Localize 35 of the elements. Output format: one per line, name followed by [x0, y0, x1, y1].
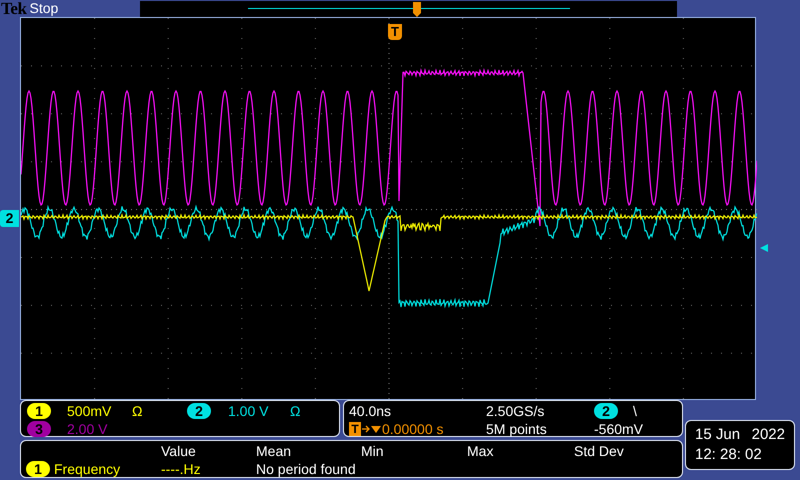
channel-badge: 1	[27, 403, 51, 419]
channel-badge: 1	[26, 461, 50, 477]
channel-badge: 2	[594, 403, 618, 419]
measurement-value: ----.Hz	[161, 460, 202, 478]
year-label: 2022	[752, 425, 785, 445]
trigger-level-icon	[760, 244, 768, 252]
channel-scale: 2.00 V	[67, 420, 108, 438]
trigger-badge: T	[349, 422, 361, 436]
column-header: Mean	[256, 442, 292, 460]
channel-scale: 500mV	[67, 402, 112, 420]
trigger-position-icon	[412, 2, 422, 16]
time-scale: 40.0ns	[349, 402, 392, 420]
column-header: Std Dev	[574, 442, 625, 460]
channel-scale: 1.00 V	[228, 402, 270, 420]
column-header: Value	[161, 442, 197, 460]
measurement-mean: No period found	[256, 460, 357, 478]
coupling-label: Ω	[290, 402, 300, 420]
trigger-level: -560mV	[594, 420, 644, 438]
record-length: 5M points	[486, 420, 548, 438]
channel-marker: 2	[0, 210, 19, 227]
trigger-marker: T	[388, 24, 402, 40]
trigger-slope: \	[633, 402, 637, 420]
arrow-icon	[362, 424, 382, 434]
column-header: Min	[361, 442, 385, 460]
channel-badge: 3	[27, 421, 51, 437]
coupling-label: Ω	[132, 402, 144, 420]
column-header: Max	[467, 442, 494, 460]
date-label: 15 Jun	[695, 425, 740, 445]
time-label: 12: 28: 02	[695, 445, 763, 465]
measurement-name: Frequency	[54, 460, 120, 478]
sample-rate: 2.50GS/s	[486, 402, 546, 420]
acquisition-status: Stop	[30, 0, 58, 17]
horizontal-position: 0.00000 s	[382, 420, 444, 438]
channel-badge: 2	[187, 403, 211, 419]
brand-logo: Tek	[1, 0, 27, 17]
